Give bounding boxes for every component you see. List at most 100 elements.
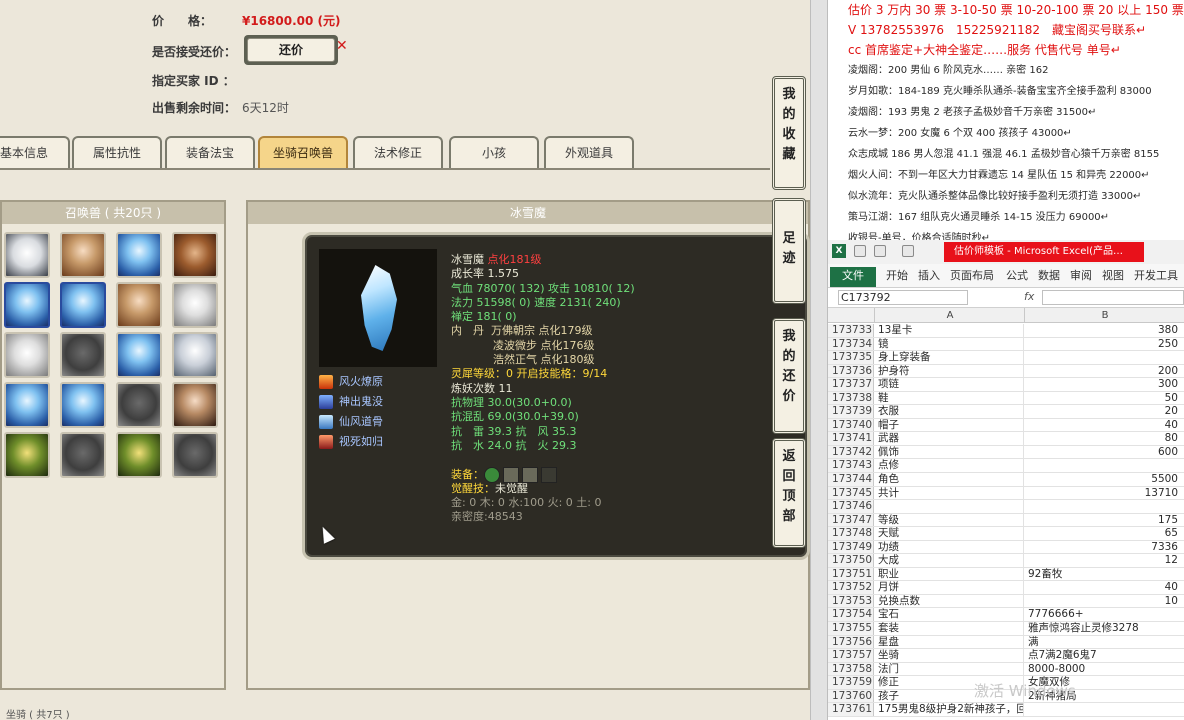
row-number[interactable]: 173733 (828, 324, 874, 337)
cell-a[interactable]: 星盘 (876, 635, 1024, 649)
cell-a[interactable]: 套装 (876, 622, 1024, 635)
ribbon-tab-developer[interactable]: 开发工具 (1134, 267, 1178, 287)
summon-slot[interactable] (4, 282, 50, 328)
cell-b[interactable]: 65 (1026, 527, 1182, 540)
select-all-corner[interactable] (828, 308, 875, 323)
tab-mounts-summons[interactable]: 坐骑召唤兽 (258, 136, 348, 168)
cell-b[interactable]: 12 (1026, 554, 1182, 567)
cell-b[interactable]: 40 (1026, 581, 1182, 594)
row-number[interactable]: 173753 (828, 594, 874, 608)
cell-a[interactable]: 衣服 (876, 405, 1024, 418)
skill-item[interactable]: 神出鬼没 (319, 393, 383, 413)
save-icon[interactable] (854, 245, 866, 257)
summon-slot[interactable] (60, 332, 106, 378)
cell-b[interactable]: 5500 (1026, 473, 1182, 486)
row-number[interactable]: 173743 (828, 459, 874, 473)
table-row[interactable]: 173736 护身符 200 (828, 364, 1184, 379)
row-number[interactable]: 173739 (828, 405, 874, 418)
ribbon-tab-review[interactable]: 审阅 (1070, 267, 1092, 287)
row-number[interactable]: 173761 (828, 703, 874, 716)
cell-a[interactable]: 护身符 (876, 364, 1024, 378)
table-row[interactable]: 173737 项链 300 (828, 378, 1184, 392)
table-row[interactable]: 173748 天赋 65 (828, 527, 1184, 541)
row-number[interactable]: 173749 (828, 540, 874, 554)
summon-slot[interactable] (116, 432, 162, 478)
cell-a[interactable] (876, 500, 1024, 513)
table-row[interactable]: 173757 坐骑 点7满2魔6鬼7 (828, 649, 1184, 663)
summon-slot[interactable] (116, 232, 162, 278)
table-row[interactable]: 173743 点修 (828, 459, 1184, 474)
row-number[interactable]: 173758 (828, 662, 874, 676)
cell-b[interactable]: 8000-8000 (1026, 663, 1182, 676)
row-number[interactable]: 173740 (828, 418, 874, 432)
cell-a[interactable]: 武器 (876, 432, 1024, 445)
summon-slot[interactable] (4, 382, 50, 428)
row-number[interactable]: 173752 (828, 581, 874, 594)
ribbon-tab-view[interactable]: 视图 (1102, 267, 1124, 287)
tab-appearance[interactable]: 外观道具 (544, 136, 634, 168)
cell-a[interactable]: 宝石 (876, 608, 1024, 622)
function-icon[interactable]: fx (1024, 290, 1034, 303)
row-number[interactable]: 173756 (828, 635, 874, 649)
table-row[interactable]: 173741 武器 80 (828, 432, 1184, 446)
cell-b[interactable]: 50 (1026, 392, 1182, 405)
cell-b[interactable] (1026, 703, 1182, 716)
ribbon-tab-file[interactable]: 文件 (830, 267, 876, 287)
table-row[interactable]: 173750 大成 12 (828, 554, 1184, 568)
row-number[interactable]: 173744 (828, 473, 874, 486)
table-row[interactable]: 173751 职业 92畜牧 (828, 567, 1184, 582)
summon-slot[interactable] (4, 332, 50, 378)
row-number[interactable]: 173755 (828, 622, 874, 635)
undo-icon[interactable] (874, 245, 886, 257)
cell-b[interactable]: 点7满2魔6鬼7 (1026, 649, 1182, 662)
row-number[interactable]: 173737 (828, 378, 874, 391)
table-row[interactable]: 173738 鞋 50 (828, 391, 1184, 406)
table-row[interactable]: 173739 衣服 20 (828, 405, 1184, 419)
ribbon-tab-data[interactable]: 数据 (1038, 267, 1060, 287)
summon-slot[interactable] (116, 282, 162, 328)
table-row[interactable]: 173753 兑换点数 10 (828, 594, 1184, 609)
row-number[interactable]: 173746 (828, 500, 874, 513)
cell-b[interactable]: 380 (1026, 324, 1182, 337)
cell-b[interactable] (1026, 459, 1182, 472)
table-row[interactable]: 173749 功绩 7336 (828, 540, 1184, 555)
cell-b[interactable]: 300 (1026, 378, 1182, 391)
summon-slot[interactable] (172, 432, 218, 478)
cell-a[interactable]: 175男鬼8级护身2新神孩子，回血装备一套 (876, 703, 1024, 716)
table-row[interactable]: 173761175男鬼8级护身2新神孩子，回血装备一套 (828, 703, 1184, 717)
cell-b[interactable]: 600 (1026, 446, 1182, 459)
table-row[interactable]: 173742 佩饰 600 (828, 445, 1184, 460)
cell-a[interactable]: 点修 (876, 459, 1024, 473)
cell-b[interactable]: 200 (1026, 365, 1182, 378)
cell-b[interactable]: 雅声惊鸿容止灵修3278 (1026, 622, 1182, 635)
cell-a[interactable]: 鞋 (876, 391, 1024, 405)
column-header-b[interactable]: B (1026, 308, 1184, 323)
tab-child[interactable]: 小孩 (449, 136, 539, 168)
ribbon-tab-formulas[interactable]: 公式 (1006, 267, 1028, 287)
row-number[interactable]: 173759 (828, 676, 874, 689)
skill-item[interactable]: 视死如归 (319, 433, 383, 453)
row-number[interactable]: 173734 (828, 337, 874, 351)
row-number[interactable]: 173738 (828, 391, 874, 405)
summon-slot[interactable] (116, 382, 162, 428)
row-number[interactable]: 173736 (828, 364, 874, 378)
row-number[interactable]: 173751 (828, 567, 874, 581)
summon-slot[interactable] (60, 282, 106, 328)
cell-b[interactable]: 7776666+ (1026, 608, 1182, 621)
window-divider[interactable] (810, 0, 828, 720)
cell-a[interactable]: 身上穿装备 (876, 351, 1024, 364)
name-box[interactable]: C173792 (838, 290, 968, 305)
back-to-top-button[interactable]: 返回顶部 (772, 438, 806, 548)
cell-b[interactable]: 92畜牧 (1026, 568, 1182, 581)
ribbon-tab-page-layout[interactable]: 页面布局 (950, 267, 994, 287)
cell-b[interactable] (1026, 500, 1182, 513)
table-row[interactable]: 173754 宝石 7776666+ (828, 608, 1184, 623)
table-row[interactable]: 173752 月饼 40 (828, 581, 1184, 595)
row-number[interactable]: 173745 (828, 486, 874, 500)
skill-item[interactable]: 仙风道骨 (319, 413, 383, 433)
row-number[interactable]: 173760 (828, 689, 874, 703)
cell-b[interactable]: 175 (1026, 514, 1182, 527)
excel-logo-icon[interactable]: X (832, 244, 846, 258)
redo-icon[interactable] (902, 245, 914, 257)
cell-a[interactable]: 角色 (876, 473, 1024, 486)
